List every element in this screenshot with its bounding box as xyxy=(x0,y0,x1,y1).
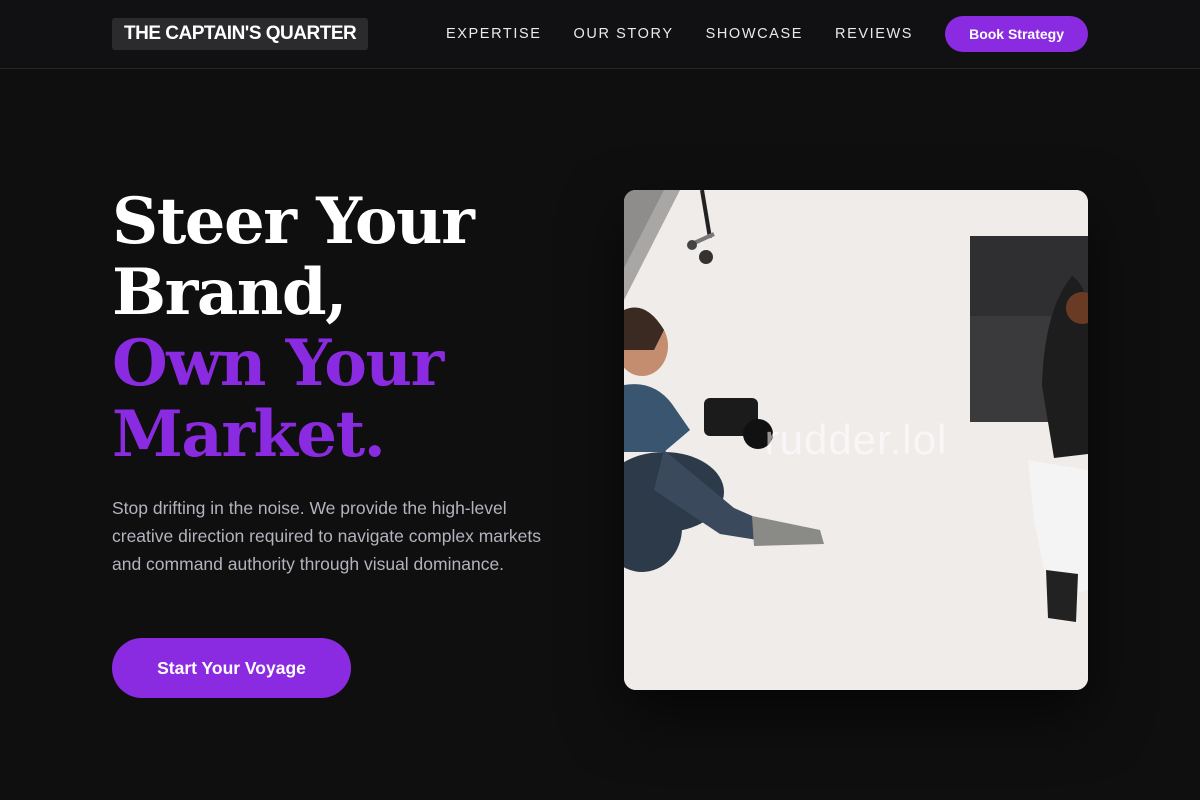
brand-logo[interactable]: THE CAPTAIN'S QUARTER xyxy=(112,18,369,50)
start-your-voyage-button[interactable]: Start Your Voyage xyxy=(112,638,351,698)
site-header: THE CAPTAIN'S QUARTER EXPERTISE OUR STOR… xyxy=(0,0,1200,69)
nav-link-reviews[interactable]: REVIEWS xyxy=(835,26,913,42)
hero-title-accent-line: Market. xyxy=(112,397,386,472)
hero-video[interactable]: rudder.lol xyxy=(624,190,1088,690)
hero-title-accent-line: Own Your xyxy=(112,326,444,401)
watermark-text: rudder.lol xyxy=(764,416,948,463)
hero-subtitle: Stop drifting in the noise. We provide t… xyxy=(112,498,541,574)
book-strategy-button[interactable]: Book Strategy xyxy=(945,16,1088,52)
hero-title-line: Brand, xyxy=(112,255,347,330)
nav-link-expertise[interactable]: EXPERTISE xyxy=(446,26,542,42)
nav-link-showcase[interactable]: SHOWCASE xyxy=(706,26,803,42)
main-nav: EXPERTISE OUR STORY SHOWCASE REVIEWS Boo… xyxy=(446,16,1088,52)
nav-link-our-story[interactable]: OUR STORY xyxy=(574,26,674,42)
hero-title: Steer Your Brand, Own Your Market. xyxy=(112,186,592,470)
hero-title-line: Steer Your xyxy=(112,184,475,259)
